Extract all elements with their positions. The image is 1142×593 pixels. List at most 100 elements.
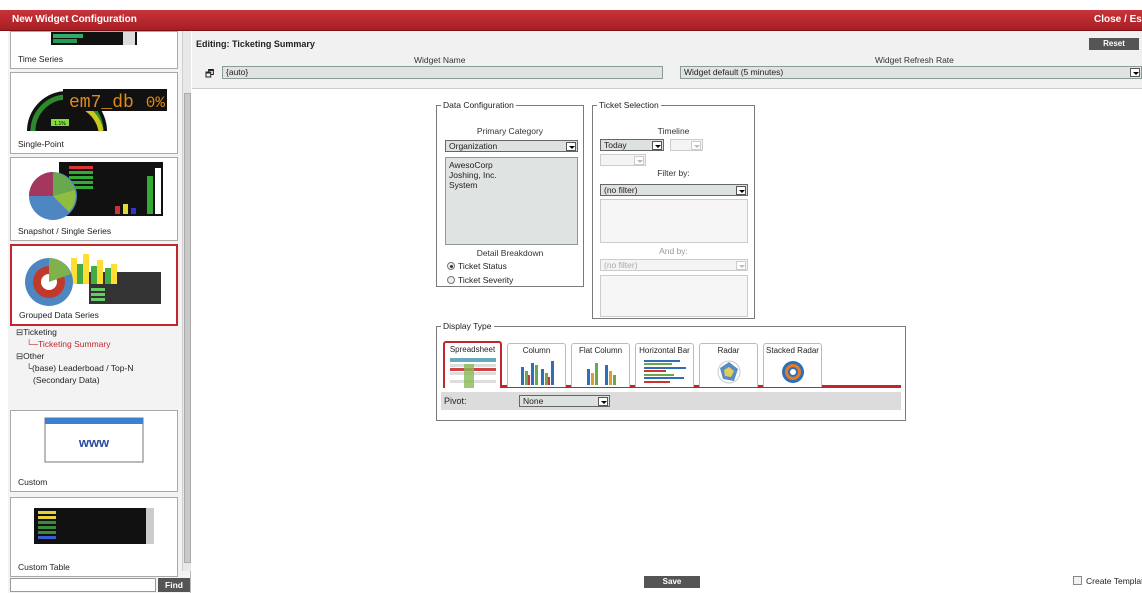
tree-item-secondary-data: (Secondary Data) (33, 375, 100, 385)
flat-column-icon (586, 363, 616, 385)
tab-spreadsheet[interactable]: Spreadsheet (443, 341, 502, 388)
save-button[interactable]: Save (644, 576, 700, 588)
and-by-select[interactable]: (no filter) (600, 259, 748, 271)
window-icon: 🗗 (205, 69, 215, 80)
pivot-row: Pivot: None (441, 392, 901, 410)
radio-dot (447, 262, 455, 270)
tree-item-ticketing[interactable]: ⊟Ticketing (16, 327, 133, 339)
card-label: Custom Table (18, 562, 70, 572)
filter-listbox[interactable] (600, 199, 748, 243)
custom-table-thumbnail (34, 508, 154, 544)
filter-by-label: Filter by: (657, 168, 690, 178)
refresh-rate-select[interactable]: Widget default (5 minutes) (680, 66, 1142, 79)
widget-type-custom[interactable]: www Custom (10, 410, 178, 492)
chevron-down-icon (736, 261, 746, 270)
pivot-label: Pivot: (444, 396, 467, 406)
create-template-checkbox[interactable]: Create Template (1073, 576, 1142, 586)
column-chart-icon (520, 361, 554, 385)
tab-column[interactable]: Column (507, 343, 566, 387)
display-type-tabs: Spreadsheet Column Flat Column Horizonta… (443, 341, 901, 389)
scrollbar-thumb[interactable] (184, 93, 191, 563)
editor-header: Editing: Ticketing Summary Reset Widget … (192, 31, 1142, 89)
radio-ticket-status[interactable]: Ticket Status (447, 261, 507, 271)
chevron-down-icon (598, 397, 608, 406)
widget-name-input[interactable]: {auto} (222, 66, 663, 79)
horizontal-bar-icon (643, 360, 686, 383)
display-type-legend: Display Type (443, 321, 492, 331)
category-listbox[interactable]: AwesoCorp Joshing, Inc. System (445, 157, 578, 245)
chevron-down-icon (691, 141, 701, 150)
primary-category-select[interactable]: Organization (445, 140, 578, 152)
widget-type-snapshot[interactable]: Snapshot / Single Series (10, 157, 178, 241)
find-bar: Find (10, 578, 190, 592)
widget-editor: Editing: Ticketing Summary Reset Widget … (192, 31, 1142, 593)
titlebar-background (0, 10, 1142, 31)
single-point-thumbnail: 1.1% em7_db 0% (19, 83, 169, 133)
tree-item-leaderboard[interactable]: └(base) Leaderboad / Top-N (16, 363, 133, 375)
chevron-down-icon (566, 142, 576, 151)
snapshot-thumbnail (29, 162, 163, 220)
display-type-group: Display Type Spreadsheet Column Flat Col… (436, 321, 906, 421)
window-titlebar: New Widget Configuration Close / Esc (0, 0, 1142, 31)
timeline-secondary-select[interactable] (670, 139, 703, 151)
thumb-text: www (78, 435, 110, 450)
refresh-rate-label: Widget Refresh Rate (875, 55, 954, 65)
svg-text:1.1%: 1.1% (54, 121, 66, 127)
ticket-selection-legend: Ticket Selection (599, 100, 659, 110)
find-input[interactable] (10, 578, 156, 592)
widget-type-panel: Time Series 1.1% em7_db 0% Single-Point (8, 31, 191, 593)
list-item[interactable]: System (449, 180, 574, 190)
card-label: Single-Point (18, 139, 64, 149)
time-series-thumbnail (51, 32, 137, 45)
find-button[interactable]: Find (158, 578, 190, 592)
editor-title: Editing: Ticketing Summary (196, 39, 315, 49)
radio-dot (447, 276, 455, 284)
spreadsheet-icon (449, 358, 496, 388)
card-label: Grouped Data Series (19, 310, 99, 320)
detail-breakdown-label: Detail Breakdown (476, 248, 544, 258)
tree-item-other[interactable]: ⊟Other (16, 351, 133, 363)
tab-flat-column[interactable]: Flat Column (571, 343, 630, 387)
widget-type-grouped-data-series[interactable]: Grouped Data Series (10, 244, 178, 326)
card-label: Custom (18, 477, 48, 487)
widget-tree: ⊟Ticketing └─Ticketing Summary ⊟Other └(… (16, 327, 133, 387)
chevron-down-icon (634, 156, 644, 165)
tab-stacked-radar[interactable]: Stacked Radar (763, 343, 822, 387)
radio-ticket-severity[interactable]: Ticket Severity (447, 275, 513, 285)
and-by-label: And by: (659, 246, 688, 256)
sidebar-scrollbar[interactable] (182, 31, 191, 571)
custom-thumbnail: www (44, 417, 144, 463)
list-item[interactable]: AwesoCorp (449, 160, 574, 170)
pivot-select[interactable]: None (519, 395, 610, 407)
card-label: Snapshot / Single Series (18, 226, 112, 236)
and-by-listbox[interactable] (600, 275, 748, 317)
widget-type-time-series[interactable]: Time Series (10, 31, 178, 69)
widget-type-custom-table[interactable]: Custom Table (10, 497, 178, 577)
filter-by-select[interactable]: (no filter) (600, 184, 748, 196)
timeline-select[interactable]: Today (600, 139, 664, 151)
widget-type-single-point[interactable]: 1.1% em7_db 0% Single-Point (10, 72, 178, 154)
primary-category-label: Primary Category (476, 126, 544, 136)
stacked-radar-icon (781, 361, 804, 383)
grouped-thumbnail (25, 254, 161, 306)
chevron-down-icon (652, 141, 662, 150)
list-item[interactable]: Joshing, Inc. (449, 170, 574, 180)
chevron-down-icon (1130, 68, 1140, 77)
timeline-tertiary-select[interactable] (600, 154, 646, 166)
close-button[interactable]: Close / Esc (1094, 14, 1142, 25)
thumb-text: em7_db (69, 93, 134, 113)
window-title: New Widget Configuration (12, 14, 137, 25)
thumb-value: 0% (146, 94, 166, 112)
tree-item-ticketing-summary[interactable]: └─Ticketing Summary (16, 339, 133, 351)
data-configuration-legend: Data Configuration (443, 100, 514, 110)
data-configuration-group: Data Configuration Primary Category Orga… (436, 100, 584, 287)
tab-radar[interactable]: Radar (699, 343, 758, 387)
widget-name-label: Widget Name (414, 55, 466, 65)
reset-button[interactable]: Reset (1089, 38, 1139, 50)
checkbox-box[interactable] (1073, 576, 1082, 585)
timeline-label: Timeline (657, 126, 690, 136)
radar-chart-icon (717, 360, 740, 384)
tab-horizontal-bar[interactable]: Horizontal Bar (635, 343, 694, 387)
chevron-down-icon (736, 186, 746, 195)
card-label: Time Series (18, 54, 64, 64)
